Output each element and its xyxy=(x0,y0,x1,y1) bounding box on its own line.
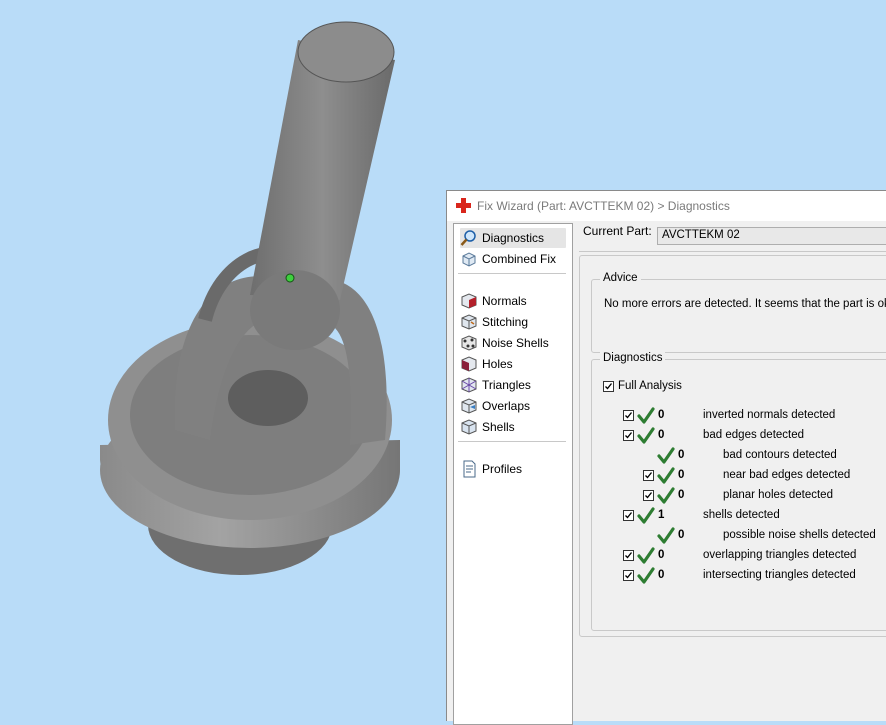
checkmark-icon xyxy=(645,472,653,479)
nav-item-triangles[interactable]: Triangles xyxy=(460,375,566,395)
diagnostic-checkbox[interactable] xyxy=(623,430,634,441)
diagnostic-row: 0 overlapping triangles detected xyxy=(592,547,886,567)
diagnostic-row: 0 inverted normals detected xyxy=(592,407,886,427)
diagnostic-row: 1 shells detected xyxy=(592,507,886,527)
diagnostic-checkbox[interactable] xyxy=(623,550,634,561)
shells-cube-icon xyxy=(461,419,477,435)
diagnostic-count: 0 xyxy=(678,469,685,481)
diagnostics-group: Diagnostics Full Analysis 0 inverted norm… xyxy=(591,352,886,631)
diagnostics-title: Diagnostics xyxy=(600,352,666,364)
nav-label: Shells xyxy=(482,420,515,434)
diagnostic-row: 0 near bad edges detected xyxy=(592,467,886,487)
nav-separator xyxy=(458,441,566,442)
diagnostic-text: bad contours detected xyxy=(723,449,837,461)
diagnostic-row: 0 planar holes detected xyxy=(592,487,886,507)
nav-label: Holes xyxy=(482,357,513,371)
nav-label: Profiles xyxy=(482,462,523,476)
green-check-icon xyxy=(637,507,655,524)
wizard-nav-panel: Diagnostics Combined Fix Normals Stitchi… xyxy=(453,223,573,725)
diagnostic-count: 0 xyxy=(658,549,665,561)
green-check-icon xyxy=(637,427,655,444)
checkmark-icon xyxy=(625,572,633,579)
diagnostic-row: 0 bad contours detected xyxy=(592,447,886,467)
nav-item-holes[interactable]: Holes xyxy=(460,354,566,374)
overlaps-cube-icon xyxy=(461,398,477,414)
diagnostic-count: 0 xyxy=(658,409,665,421)
dialog-titlebar[interactable]: Fix Wizard (Part: AVCTTEKM 02) > Diagnos… xyxy=(447,191,886,221)
red-cross-icon xyxy=(456,198,471,213)
nav-item-profiles[interactable]: Profiles xyxy=(460,459,566,479)
diagnostic-count: 0 xyxy=(658,569,665,581)
nav-label: Combined Fix xyxy=(482,252,557,266)
green-check-icon xyxy=(637,547,655,564)
diagnostic-checkbox[interactable] xyxy=(623,510,634,521)
diagnostic-text: shells detected xyxy=(703,509,780,521)
nav-label: Stitching xyxy=(482,315,529,329)
diagnostic-count: 1 xyxy=(658,509,665,521)
nav-separator xyxy=(458,273,566,274)
nav-label: Normals xyxy=(482,294,527,308)
holes-cube-icon xyxy=(461,356,477,372)
profiles-document-icon xyxy=(463,460,476,478)
diagnostic-checkbox[interactable] xyxy=(623,570,634,581)
nav-item-normals[interactable]: Normals xyxy=(460,291,566,311)
diagnostic-text: possible noise shells detected xyxy=(723,529,876,541)
diagnostic-row: 0 intersecting triangles detected xyxy=(592,567,886,587)
diagnostic-text: intersecting triangles detected xyxy=(703,569,856,581)
diagnostic-row: 0 possible noise shells detected xyxy=(592,527,886,547)
diagnostic-text: near bad edges detected xyxy=(723,469,851,481)
nav-label: Overlaps xyxy=(482,399,531,413)
green-check-icon xyxy=(657,467,675,484)
nav-label: Noise Shells xyxy=(482,336,549,350)
combined-fix-icon xyxy=(462,252,476,267)
diagnostic-checkbox[interactable] xyxy=(643,490,654,501)
magnifier-icon xyxy=(460,230,476,246)
fix-wizard-dialog: Fix Wizard (Part: AVCTTEKM 02) > Diagnos… xyxy=(446,190,886,725)
nav-item-diagnostics[interactable]: Diagnostics xyxy=(460,228,566,248)
checkmark-icon xyxy=(625,432,633,439)
current-part-label: Current Part: xyxy=(583,224,652,238)
nav-label: Triangles xyxy=(482,378,531,392)
diagnostic-checkbox[interactable] xyxy=(643,470,654,481)
diagnostic-checkbox[interactable] xyxy=(623,410,634,421)
diagnostic-row: 0 bad edges detected xyxy=(592,427,886,447)
dialog-title: Fix Wizard (Part: AVCTTEKM 02) > Diagnos… xyxy=(477,199,730,213)
green-check-icon xyxy=(657,447,675,464)
nav-label: Diagnostics xyxy=(482,231,545,245)
diagnostic-count: 0 xyxy=(678,529,685,541)
full-analysis-checkbox[interactable] xyxy=(603,381,614,392)
triangles-cube-icon xyxy=(461,377,477,393)
diagnostic-count: 0 xyxy=(678,449,685,461)
advice-text: No more errors are detected. It seems th… xyxy=(604,298,886,310)
noise-shells-icon xyxy=(461,335,477,351)
normals-cube-icon xyxy=(461,293,477,309)
advice-title: Advice xyxy=(600,272,641,284)
checkmark-icon xyxy=(625,552,633,559)
nav-item-shells[interactable]: Shells xyxy=(460,417,566,437)
diagnostic-count: 0 xyxy=(658,429,665,441)
checkmark-icon xyxy=(625,412,633,419)
diagnostic-text: overlapping triangles detected xyxy=(703,549,857,561)
current-part-field[interactable]: AVCTTEKM 02 xyxy=(657,227,886,245)
diagnostic-text: inverted normals detected xyxy=(703,409,836,421)
diagnostic-text: bad edges detected xyxy=(703,429,805,441)
green-check-icon xyxy=(637,567,655,584)
advice-group: Advice No more errors are detected. It s… xyxy=(591,272,886,353)
green-check-icon xyxy=(657,527,675,544)
stitching-cube-icon xyxy=(461,314,477,330)
green-check-icon xyxy=(657,487,675,504)
nav-item-stitching[interactable]: Stitching xyxy=(460,312,566,332)
checkmark-icon xyxy=(605,383,613,390)
checkmark-icon xyxy=(645,492,653,499)
checkmark-icon xyxy=(625,512,633,519)
full-analysis-label: Full Analysis xyxy=(618,380,682,392)
nav-item-overlaps[interactable]: Overlaps xyxy=(460,396,566,416)
diagnostic-count: 0 xyxy=(678,489,685,501)
green-check-icon xyxy=(637,407,655,424)
content-separator xyxy=(579,251,886,252)
diagnostic-text: planar holes detected xyxy=(723,489,833,501)
nav-item-combined-fix[interactable]: Combined Fix xyxy=(460,249,566,269)
nav-item-noise-shells[interactable]: Noise Shells xyxy=(460,333,566,353)
